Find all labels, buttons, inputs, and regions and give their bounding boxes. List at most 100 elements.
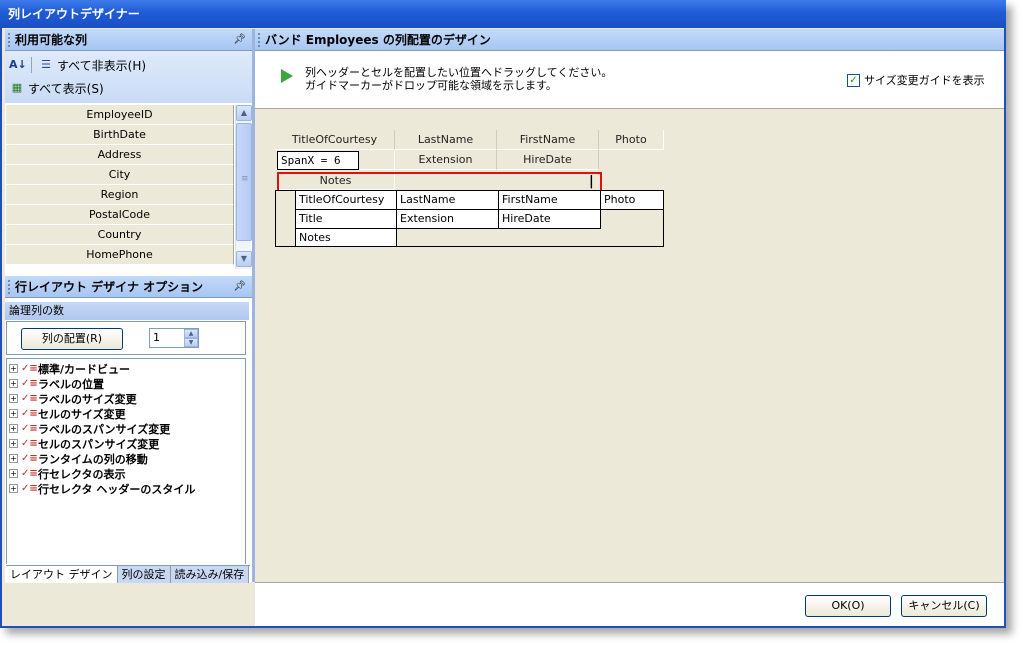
designer-tabs: レイアウト デザイン 列の設定 読み込み/保存: [6, 565, 250, 583]
column-count-stepper[interactable]: 1 ▲ ▼: [149, 328, 199, 348]
column-item[interactable]: Region: [6, 185, 234, 205]
spanx-tooltip: SpanX = 6: [277, 151, 359, 170]
tree-node[interactable]: + ✓≡ ラベルのサイズ変更: [7, 391, 245, 406]
tree-node[interactable]: + ✓≡ ラベルのスパンサイズ変更: [7, 421, 245, 436]
pin-icon[interactable]: 📌︎: [233, 276, 246, 298]
tree-node[interactable]: + ✓≡ ラベルの位置: [7, 376, 245, 391]
spin-up-icon[interactable]: ▲: [184, 329, 198, 338]
tree-node[interactable]: + ✓≡ 行セレクタ ヘッダーのスタイル: [7, 481, 245, 496]
ok-button[interactable]: OK(O): [805, 595, 891, 617]
tree-node[interactable]: + ✓≡ ランタイムの列の移動: [7, 451, 245, 466]
hide-all-button[interactable]: すべて非表示(H): [57, 57, 146, 74]
hide-all-icon: ☰: [41, 58, 51, 71]
header-cell[interactable]: Photo: [599, 130, 664, 150]
sort-az-icon[interactable]: A↓: [9, 57, 27, 73]
expand-icon[interactable]: +: [9, 394, 18, 403]
resize-guide-option[interactable]: ✓ サイズ変更ガイドを表示: [847, 72, 985, 88]
grip-icon: [8, 33, 10, 47]
scroll-thumb[interactable]: [236, 123, 252, 241]
scroll-up-icon[interactable]: ▲: [236, 105, 252, 121]
show-all-button[interactable]: すべて表示(S): [28, 80, 104, 97]
tree-node-label: セルのサイズ変更: [38, 407, 126, 421]
available-columns-title: 利用可能な列: [15, 33, 88, 47]
play-arrow-icon: [281, 69, 293, 83]
column-item[interactable]: EmployeeID: [6, 105, 234, 125]
tree-node-label: ラベルのスパンサイズ変更: [38, 422, 171, 436]
options-tree: + ✓≡ 標準/カードビュー + ✓≡ ラベルの位置 + ✓≡ ラベルのサイズ変更 + ✓≡ セ…: [6, 358, 246, 564]
logical-columns-box: 列の配置(R) 1 ▲ ▼: [6, 321, 246, 355]
checklist-icon: ✓≡: [21, 378, 38, 389]
tree-node-label: 行セレクタの表示: [38, 467, 126, 481]
tab-layout-design[interactable]: レイアウト デザイン: [6, 566, 118, 583]
grid-cell[interactable]: TitleOfCourtesy: [295, 190, 397, 210]
checklist-icon: ✓≡: [21, 453, 38, 464]
expand-icon[interactable]: +: [9, 454, 18, 463]
expand-icon[interactable]: +: [9, 469, 18, 478]
tree-node[interactable]: + ✓≡ セルのサイズ変更: [7, 406, 245, 421]
grid-cell[interactable]: Notes: [295, 228, 397, 247]
toolbar-separator: [31, 57, 32, 73]
tree-node-label: ラベルの位置: [38, 377, 104, 391]
expand-icon[interactable]: +: [9, 364, 18, 373]
header-cell[interactable]: LastName: [395, 130, 497, 150]
header-cell[interactable]: FirstName: [497, 130, 599, 150]
show-all-icon: ▦: [11, 81, 23, 94]
checklist-icon: ✓≡: [21, 438, 38, 449]
resize-guide-label: サイズ変更ガイドを表示: [864, 74, 985, 87]
grid-cell[interactable]: LastName: [396, 190, 499, 210]
checklist-icon: ✓≡: [21, 393, 38, 404]
tab-load-save[interactable]: 読み込み/保存: [170, 566, 250, 583]
tree-node-label: 標準/カードビュー: [38, 362, 131, 376]
dialog-button-bar: OK(O) キャンセル(C): [255, 582, 1004, 626]
columns-scrollbar[interactable]: ▲ ▼: [235, 105, 252, 269]
grid-cell[interactable]: Photo: [600, 190, 664, 210]
drop-guide-marker: [277, 172, 602, 192]
checklist-icon: ✓≡: [21, 408, 38, 419]
grid-cell[interactable]: Title: [295, 209, 397, 229]
tree-node[interactable]: + ✓≡ 行セレクタの表示: [7, 466, 245, 481]
column-count-value: 1: [153, 331, 160, 344]
spin-down-icon[interactable]: ▼: [184, 338, 198, 347]
options-header: 行レイアウト デザイナ オプション 📌︎: [5, 276, 252, 298]
grip-icon: [8, 280, 10, 294]
grid-cell[interactable]: FirstName: [498, 190, 601, 210]
tree-node[interactable]: + ✓≡ 標準/カードビュー: [7, 361, 245, 376]
columns-toolbar: A↓ ☰ すべて非表示(H) ▦ すべて表示(S): [5, 51, 252, 103]
column-item[interactable]: Country: [6, 225, 234, 245]
column-item[interactable]: BirthDate: [6, 125, 234, 145]
checklist-icon: ✓≡: [21, 483, 38, 494]
hint-line-2: ガイドマーカーがドロップ可能な領域を示します。: [305, 79, 557, 92]
header-cell[interactable]: HireDate: [497, 150, 599, 170]
grid-cell[interactable]: Extension: [396, 209, 499, 229]
expand-icon[interactable]: +: [9, 424, 18, 433]
arrange-columns-button[interactable]: 列の配置(R): [21, 328, 123, 350]
expand-icon[interactable]: +: [9, 379, 18, 388]
scroll-down-icon[interactable]: ▼: [236, 251, 252, 267]
design-pane-header: バンド Employees の列配置のデザイン: [255, 29, 1004, 51]
cancel-button[interactable]: キャンセル(C): [901, 595, 987, 617]
expand-icon[interactable]: +: [9, 484, 18, 493]
tab-column-settings[interactable]: 列の設定: [117, 566, 171, 583]
resize-guide-checkbox[interactable]: ✓: [847, 73, 860, 87]
column-layout-designer-window: 列レイアウトデザイナー 利用可能な列 📌︎ A↓ ☰ すべて非表示(H) ▦ す…: [0, 0, 1006, 628]
hint-line-1: 列ヘッダーとセルを配置したい位置へドラッグしてください。: [305, 66, 613, 79]
tree-node[interactable]: + ✓≡ セルのスパンサイズ変更: [7, 436, 245, 451]
column-item[interactable]: Address: [6, 145, 234, 165]
options-title: 行レイアウト デザイナ オプション: [15, 280, 204, 294]
tree-node-label: セルのスパンサイズ変更: [38, 437, 160, 451]
design-pane: バンド Employees の列配置のデザイン 列ヘッダーとセルを配置したい位置…: [255, 29, 1004, 582]
header-cell[interactable]: Extension: [395, 150, 497, 170]
expand-icon[interactable]: +: [9, 439, 18, 448]
checklist-icon: ✓≡: [21, 468, 38, 479]
column-item[interactable]: PostalCode: [6, 205, 234, 225]
column-item[interactable]: HomePhone: [6, 245, 234, 265]
pin-icon[interactable]: 📌︎: [233, 29, 246, 51]
design-pane-title: バンド Employees の列配置のデザイン: [265, 33, 491, 47]
column-item[interactable]: City: [6, 165, 234, 185]
tree-node-label: ラベルのサイズ変更: [38, 392, 137, 406]
header-cell[interactable]: TitleOfCourtesy: [275, 130, 395, 150]
expand-icon[interactable]: +: [9, 409, 18, 418]
hint-area: 列ヘッダーとセルを配置したい位置へドラッグしてください。 ガイドマーカーがドロッ…: [255, 51, 1004, 109]
tree-node-label: ランタイムの列の移動: [38, 452, 148, 466]
grid-cell[interactable]: HireDate: [498, 209, 601, 229]
